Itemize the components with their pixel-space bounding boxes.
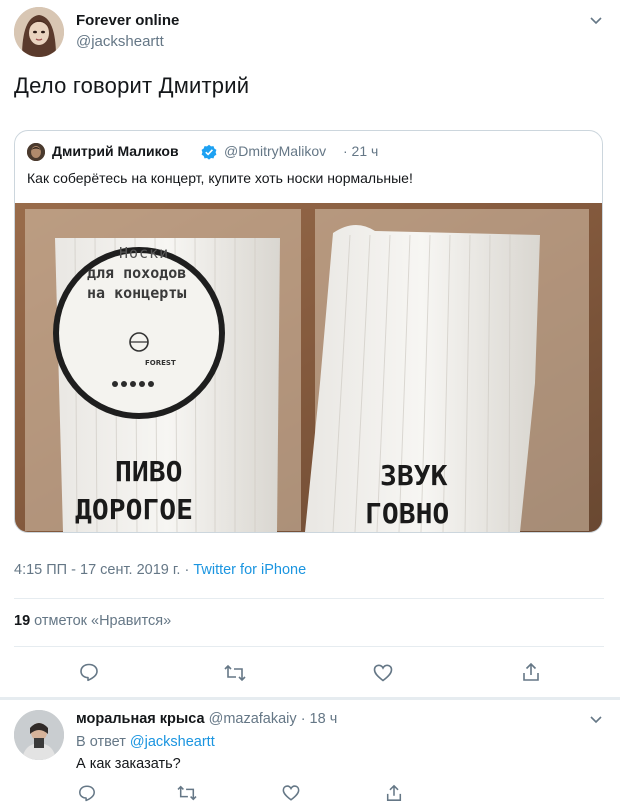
tag-line-2: для походов [87,264,187,282]
meta-separator: · [184,562,190,578]
chevron-down-icon[interactable] [588,12,604,28]
tweet-date[interactable]: 17 сент. 2019 г. [80,562,180,578]
quoted-tweet-card[interactable]: Дмитрий Маликов @DmitryMalikov · 21 ч Ка… [14,130,603,533]
likes-count: 19 [14,613,31,629]
reply-author-handle[interactable]: @mazafakaiy [209,711,297,727]
chevron-down-icon[interactable] [588,711,604,727]
reply-header: моральная крыса @mazafakaiy · 18 ч [76,711,337,727]
quote-time: · 21 ч [343,143,379,159]
sock-right-line-2: ГОВНО [365,497,450,530]
tag-line-3: на концерты [87,284,187,302]
author-handle[interactable]: @jacksheartt [76,33,164,50]
tweet-text: Дело говорит Дмитрий [14,73,250,98]
likes-row[interactable]: 19 отметок «Нравится» [14,613,171,629]
tag-brand: FOREST [145,359,176,367]
reply-author-avatar[interactable] [14,710,64,760]
author-display-name[interactable]: Forever online [76,12,179,29]
tweet-source[interactable]: Twitter for iPhone [193,562,306,578]
retweet-icon[interactable] [177,784,197,802]
retweet-icon[interactable] [224,663,246,683]
reply-to-handle[interactable]: @jacksheartt [130,734,215,750]
tweet-time[interactable]: 4:15 ПП [14,562,67,578]
share-icon[interactable] [385,784,403,802]
reply-time[interactable]: · 18 ч [301,711,338,727]
author-avatar[interactable] [14,7,64,57]
reply-author-name[interactable]: моральная крыса [76,711,205,727]
divider [14,598,604,599]
reply-icon[interactable] [79,662,99,682]
tag-line-1: Носки [119,244,170,262]
quote-photo[interactable] [15,203,602,532]
section-separator [0,697,620,700]
quote-author-name: Дмитрий Маликов [52,143,179,159]
tweet-meta: 4:15 ПП - 17 сент. 2019 г. · Twitter for… [14,562,307,578]
reply-icon[interactable] [78,784,96,802]
quote-author-avatar [27,143,45,161]
sock-left-line-1: ПИВО [115,455,183,488]
verified-icon [201,144,217,160]
quote-text: Как соберётесь на концерт, купите хоть н… [27,170,413,186]
divider [14,646,604,647]
reply-text: А как заказать? [76,756,181,772]
reply-prefix: В ответ [76,734,126,750]
likes-label: отметок «Нравится» [34,613,172,629]
share-icon[interactable] [521,662,541,682]
sock-right-line-1: ЗВУК [380,459,448,492]
like-icon[interactable] [282,784,300,802]
quote-author-handle: @DmitryMalikov [224,143,327,159]
like-icon[interactable] [373,663,393,683]
sock-left-line-2: ДОРОГОЕ [75,493,194,526]
reply-to-line: В ответ @jacksheartt [76,734,215,750]
